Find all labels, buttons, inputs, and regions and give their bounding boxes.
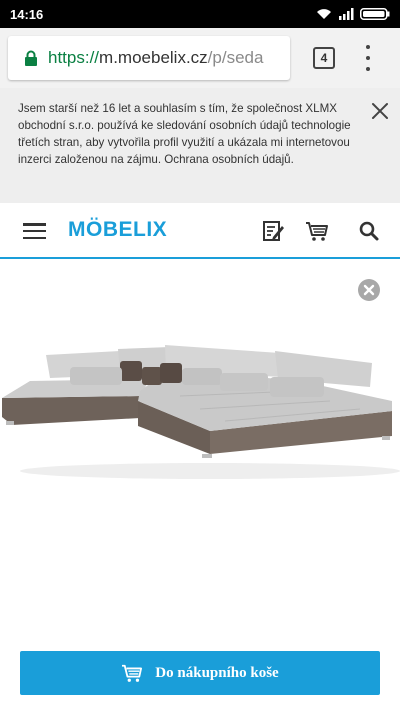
tab-switcher-button[interactable]: 4 [313,47,335,69]
close-circle-icon[interactable] [358,279,380,301]
site-logo[interactable]: MÖBELIX [68,218,167,242]
cart-icon[interactable] [305,219,329,243]
wifi-icon [317,9,331,19]
overflow-menu-icon[interactable] [362,45,374,71]
battery-icon [360,8,390,20]
status-bar: 14:16 [0,0,400,28]
url-host: m.moebelix.cz [99,48,208,67]
cookie-consent-text: Jsem starší než 16 let a souhlasím s tím… [18,102,351,166]
hamburger-menu-icon[interactable] [23,223,46,239]
cart-icon [122,664,143,682]
browser-toolbar: https://m.moebelix.cz/p/seda 4 [0,28,400,88]
status-time: 14:16 [10,6,44,22]
url-text: https://m.moebelix.cz/p/seda [48,48,263,68]
url-path: /p/seda [207,48,264,67]
site-header: MÖBELIX [0,203,400,259]
corner-sofa-image [2,345,400,479]
close-x-glyph [363,284,375,296]
status-icons [316,8,390,20]
signal-icon [339,8,354,20]
address-bar[interactable]: https://m.moebelix.cz/p/seda [8,36,290,80]
url-scheme: https:// [48,48,100,67]
add-to-cart-label: Do nákupního koše [155,664,279,681]
add-to-cart-button[interactable]: Do nákupního koše [20,651,380,695]
notepad-icon[interactable] [261,219,285,243]
lock-icon [25,50,37,66]
close-icon[interactable] [369,100,391,122]
cookie-consent-banner: Jsem starší než 16 let a souhlasím s tím… [0,88,400,203]
product-image-area [0,261,400,639]
search-icon[interactable] [357,219,381,243]
